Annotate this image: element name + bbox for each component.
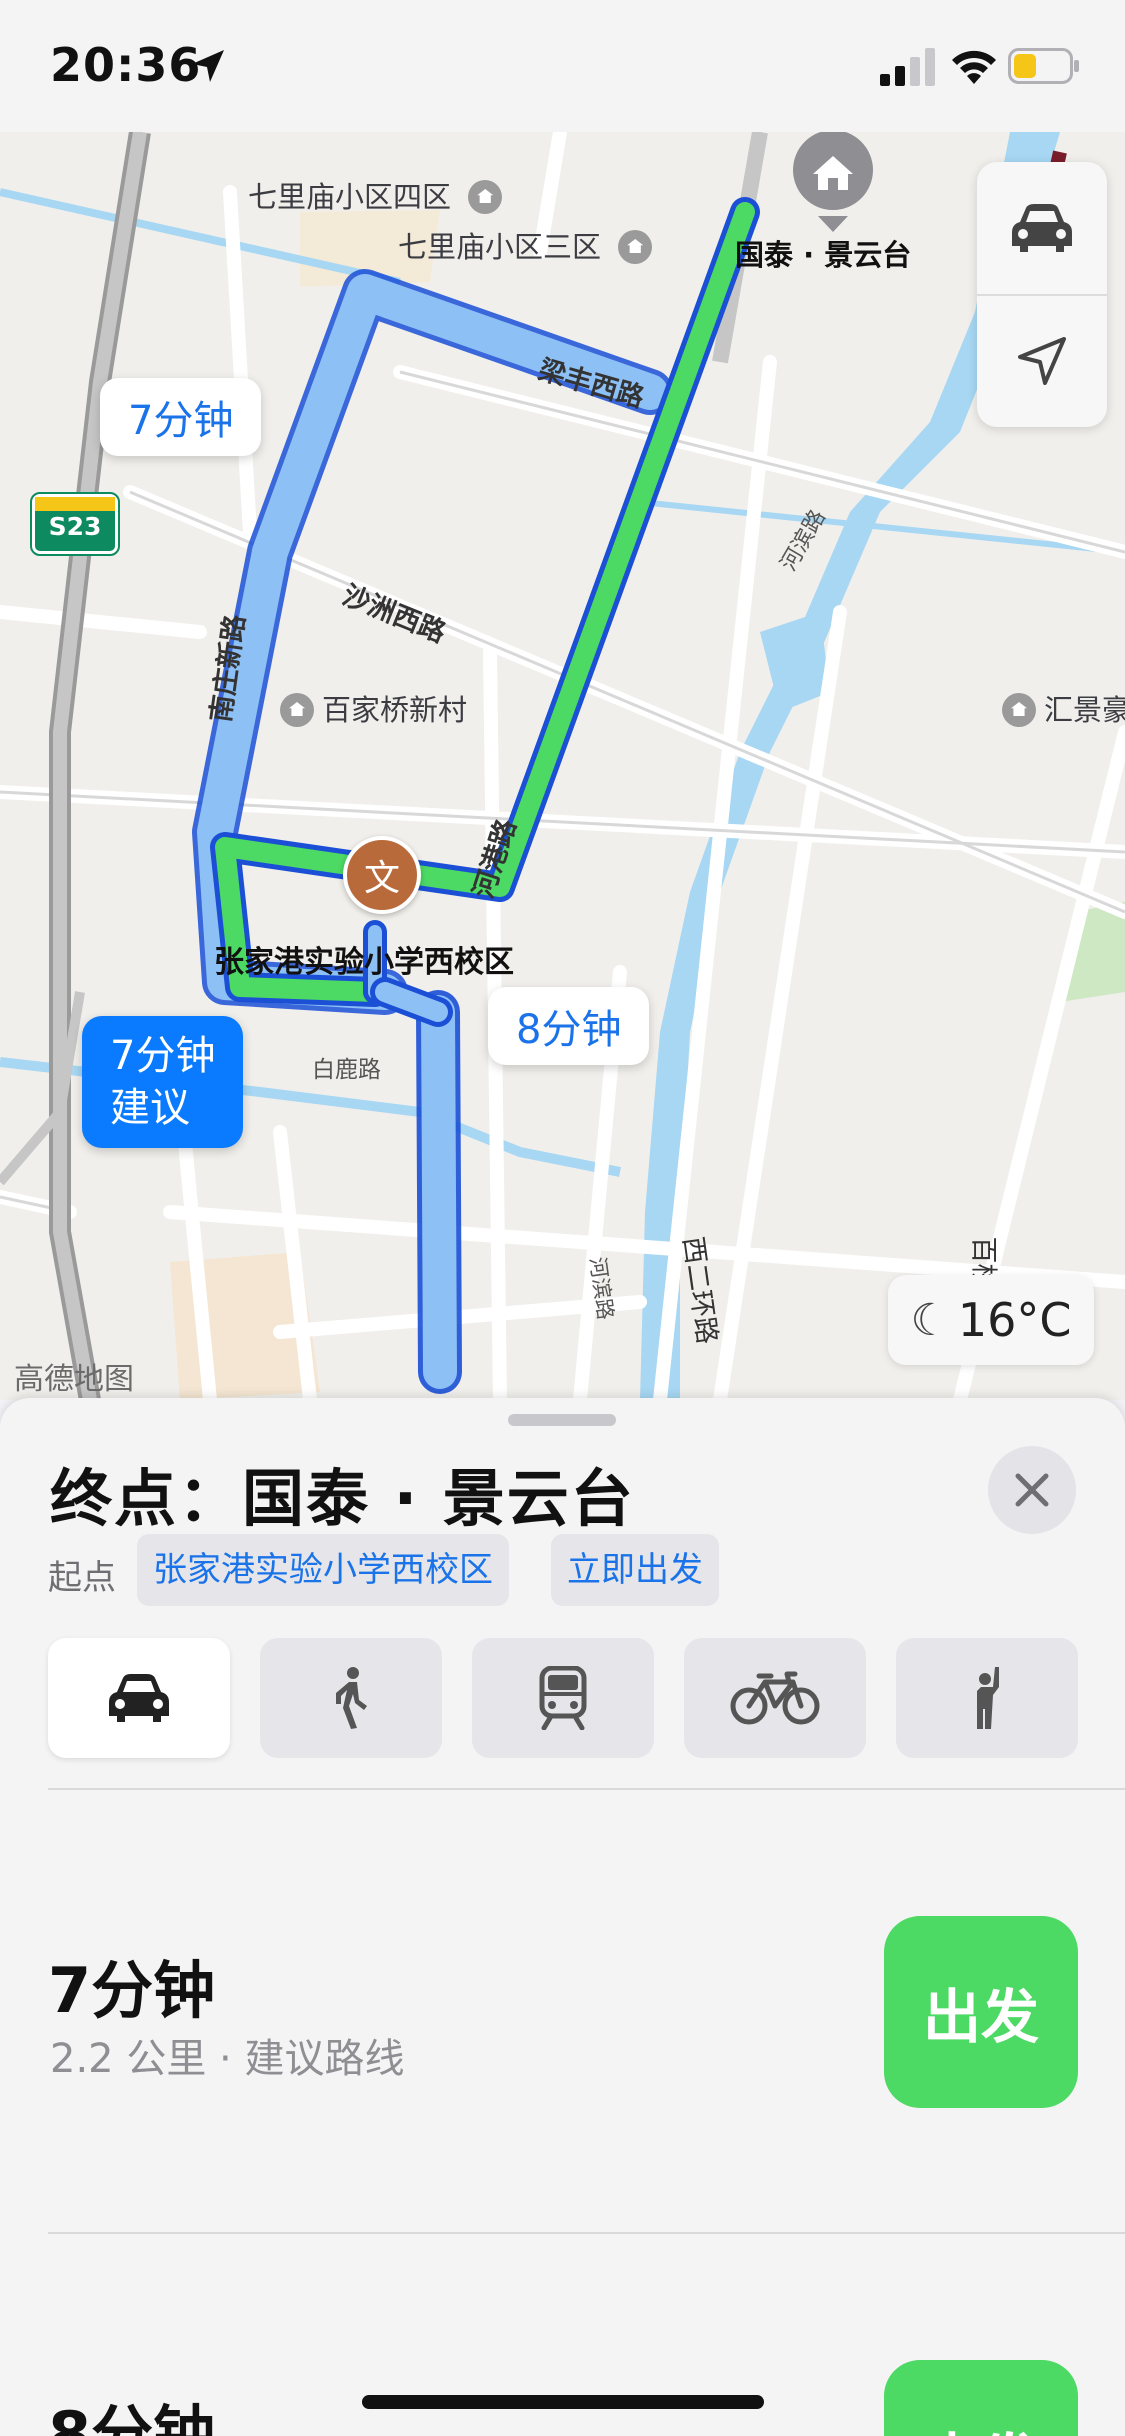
current-location-button[interactable] bbox=[977, 295, 1107, 427]
go-button[interactable]: 出发 bbox=[884, 2360, 1078, 2436]
depart-time-chip[interactable]: 立即出发 bbox=[551, 1534, 719, 1606]
poi-label[interactable]: 七里庙小区四区 bbox=[248, 174, 510, 216]
mode-bike-button[interactable] bbox=[684, 1638, 866, 1758]
directions-sheet[interactable]: 终点：国泰 · 景云台 起点 张家港实验小学西校区 立即出发 7分钟 2.2 公… bbox=[0, 1398, 1125, 2436]
street-label: 白鹿路 bbox=[312, 1057, 381, 1083]
close-icon bbox=[1015, 1473, 1049, 1507]
moon-icon: ☾ bbox=[910, 1294, 950, 1346]
map-view[interactable]: 七里庙小区四区 七里庙小区三区 百家桥新村 汇景豪 国泰 · 景云台 张家港实验… bbox=[0, 132, 1125, 1400]
status-time: 20:36 bbox=[50, 38, 202, 92]
car-mode-icon bbox=[1012, 204, 1072, 252]
residential-icon bbox=[468, 180, 503, 214]
divider bbox=[48, 2232, 1125, 2234]
location-arrow-icon bbox=[192, 50, 224, 82]
residential-icon bbox=[1002, 693, 1036, 727]
car-icon bbox=[109, 1674, 169, 1722]
temperature: 16°C bbox=[957, 1293, 1072, 1347]
sheet-grabber[interactable] bbox=[508, 1414, 616, 1426]
mode-drive-button[interactable] bbox=[48, 1638, 230, 1758]
residential-icon bbox=[280, 693, 314, 727]
route-bubble-alt-top[interactable]: 7分钟 bbox=[100, 378, 262, 456]
battery-icon bbox=[1008, 48, 1079, 84]
mode-transit-button[interactable] bbox=[472, 1638, 654, 1758]
bubble-time: 7分钟 bbox=[110, 1033, 216, 1079]
mode-rideshare-button[interactable] bbox=[896, 1638, 1078, 1758]
wifi-icon bbox=[952, 50, 996, 84]
route-time: 7分钟 bbox=[48, 1954, 216, 2027]
highway-shield: S23 bbox=[30, 492, 120, 556]
poi-name: 七里庙小区三区 bbox=[398, 230, 602, 264]
origin-label: 起点 bbox=[48, 1558, 116, 1598]
destination-label[interactable]: 国泰 · 景云台 bbox=[735, 232, 911, 274]
destination-title: 终点：国泰 · 景云台 bbox=[50, 1448, 635, 1538]
route-detail: 2.2 公里 · 建议路线 bbox=[50, 2036, 405, 2082]
map-provider-logo: 高德地图 bbox=[14, 1362, 134, 1397]
map-controls bbox=[977, 162, 1107, 427]
hail-icon bbox=[977, 1667, 999, 1729]
route-time: 8分钟 bbox=[48, 2398, 216, 2436]
school-marker-icon[interactable]: 文 bbox=[343, 836, 421, 914]
status-bar: 20:36 bbox=[0, 0, 1125, 132]
poi-label[interactable]: 汇景豪 bbox=[1002, 687, 1125, 729]
poi-label[interactable]: 七里庙小区三区 bbox=[398, 224, 660, 266]
origin-chip[interactable]: 张家港实验小学西校区 bbox=[137, 1534, 509, 1606]
residential-icon bbox=[618, 230, 653, 264]
bubble-tag: 建议 bbox=[110, 1085, 190, 1131]
home-indicator[interactable] bbox=[362, 2395, 764, 2409]
car-mode-button[interactable] bbox=[977, 162, 1107, 294]
cellular-signal-icon bbox=[880, 48, 935, 86]
poi-name: 汇景豪 bbox=[1044, 693, 1125, 727]
weather-badge: ☾ 16°C bbox=[888, 1275, 1094, 1365]
title-prefix: 终点： bbox=[50, 1462, 243, 1535]
route-bubble-selected[interactable]: 7分钟 建议 bbox=[82, 1016, 244, 1148]
bicycle-icon bbox=[730, 1671, 820, 1725]
poi-label[interactable]: 百家桥新村 bbox=[280, 687, 467, 729]
map-roads-layer bbox=[0, 132, 1125, 1400]
route-bubble-alt-right[interactable]: 8分钟 bbox=[488, 987, 650, 1065]
mode-walk-button[interactable] bbox=[260, 1638, 442, 1758]
walk-icon bbox=[336, 1667, 367, 1729]
destination-pin-icon bbox=[793, 132, 873, 232]
title-destination: 国泰 · 景云台 bbox=[242, 1462, 635, 1535]
location-icon bbox=[1018, 337, 1066, 385]
poi-name: 七里庙小区四区 bbox=[248, 180, 452, 214]
divider bbox=[48, 1788, 1125, 1790]
school-label[interactable]: 张家港实验小学西校区 bbox=[214, 937, 514, 981]
poi-name: 百家桥新村 bbox=[322, 693, 468, 727]
train-icon bbox=[539, 1666, 587, 1730]
go-button[interactable]: 出发 bbox=[884, 1916, 1078, 2108]
close-button[interactable] bbox=[988, 1446, 1076, 1534]
